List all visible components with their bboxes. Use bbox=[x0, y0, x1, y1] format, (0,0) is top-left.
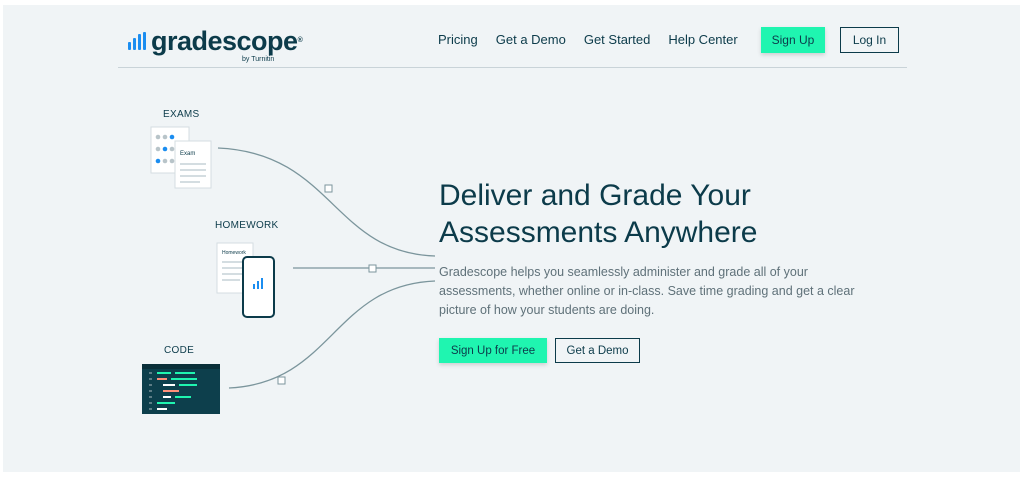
code-connector-node bbox=[277, 376, 286, 385]
exams-connector bbox=[217, 147, 436, 257]
homework-label: HOMEWORK bbox=[215, 220, 279, 231]
homework-connector-node bbox=[368, 264, 377, 273]
signup-free-button[interactable]: Sign Up for Free bbox=[439, 338, 547, 363]
homework-sheet-title: Homework bbox=[222, 250, 246, 256]
get-demo-button[interactable]: Get a Demo bbox=[555, 338, 640, 363]
phone-icon bbox=[242, 256, 275, 318]
exams-label: EXAMS bbox=[163, 109, 200, 120]
exam-sheet-title: Exam bbox=[180, 151, 195, 157]
hero-title: Deliver and Grade Your Assessments Anywh… bbox=[439, 179, 758, 249]
code-editor-icon bbox=[142, 364, 220, 414]
exam-documents-icon: Exam bbox=[150, 126, 212, 189]
page: gradescope® by Turnitin Pricing Get a De… bbox=[3, 5, 1020, 472]
code-label: CODE bbox=[164, 345, 195, 356]
hero-description: Gradescope helps you seamlessly administ… bbox=[439, 265, 855, 317]
exams-connector-node bbox=[324, 184, 333, 193]
